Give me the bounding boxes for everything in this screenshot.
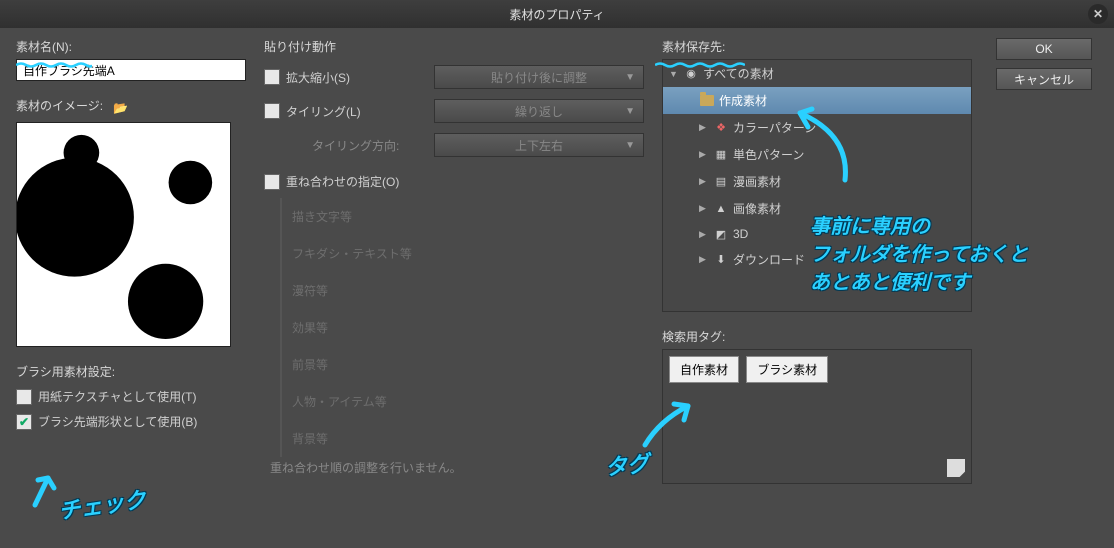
- tiling-direction-label: タイリング方向:: [264, 137, 424, 154]
- tree-item[interactable]: ▶⬇ダウンロード: [663, 246, 971, 273]
- chevron-down-icon: ▼: [625, 72, 635, 83]
- save-location-label: 素材保存先:: [662, 38, 972, 55]
- cube-icon: ◩: [713, 227, 729, 241]
- paper-texture-label: 用紙テクスチャとして使用(T): [38, 388, 196, 405]
- overlay-label: 重ね合わせの指定(O): [286, 173, 399, 190]
- tree-item[interactable]: ▶❖カラーパターン: [663, 114, 971, 141]
- brush-tip-checkbox[interactable]: [16, 414, 32, 430]
- tiling-dropdown[interactable]: 繰り返し▼: [434, 99, 644, 123]
- cancel-button[interactable]: キャンセル: [996, 68, 1092, 90]
- overlay-item: 効果等: [292, 309, 644, 346]
- paste-behavior-label: 貼り付け動作: [264, 38, 644, 55]
- material-preview: [16, 122, 231, 347]
- titlebar: 素材のプロパティ ✕: [0, 0, 1114, 28]
- pattern-icon: ▦: [713, 148, 729, 162]
- overlay-item: 背景等: [292, 420, 644, 457]
- material-image-label: 素材のイメージ:: [16, 97, 103, 114]
- expand-icon[interactable]: ▶: [699, 122, 709, 133]
- paper-texture-checkbox[interactable]: [16, 389, 32, 405]
- material-name-label: 素材名(N):: [16, 38, 246, 55]
- brush-settings-label: ブラシ用素材設定:: [16, 363, 246, 380]
- chevron-down-icon: ▼: [625, 140, 635, 151]
- overlay-list: 描き文字等 フキダシ・テキスト等 漫符等 効果等 前景等 人物・アイテム等 背景…: [280, 198, 644, 457]
- pattern-icon: ❖: [713, 121, 729, 135]
- expand-icon[interactable]: ▶: [699, 149, 709, 160]
- expand-icon[interactable]: ▶: [699, 229, 709, 240]
- overlay-item: 描き文字等: [292, 198, 644, 235]
- tiling-label: タイリング(L): [286, 103, 361, 120]
- overlay-item: 漫符等: [292, 272, 644, 309]
- overlay-item: フキダシ・テキスト等: [292, 235, 644, 272]
- scale-label: 拡大縮小(S): [286, 69, 350, 86]
- tree-item[interactable]: ▶◩3D: [663, 222, 971, 246]
- manga-icon: ▤: [713, 175, 729, 189]
- tag-item[interactable]: 自作素材: [669, 356, 739, 383]
- close-icon[interactable]: ✕: [1088, 4, 1108, 24]
- image-icon: ▲: [713, 202, 729, 216]
- overlay-item: 人物・アイテム等: [292, 383, 644, 420]
- globe-icon: ◉: [683, 67, 699, 81]
- expand-icon[interactable]: ▶: [699, 176, 709, 187]
- tiling-checkbox[interactable]: [264, 103, 280, 119]
- overlay-item: 前景等: [292, 346, 644, 383]
- folder-icon: [699, 94, 715, 108]
- tag-label: 検索用タグ:: [662, 328, 972, 345]
- brush-tip-label: ブラシ先端形状として使用(B): [38, 413, 197, 430]
- scale-checkbox[interactable]: [264, 69, 280, 85]
- tree-item[interactable]: ▶▦単色パターン: [663, 141, 971, 168]
- ok-button[interactable]: OK: [996, 38, 1092, 60]
- folder-tree[interactable]: ▼ ◉ すべての素材 作成素材 ▶❖カラーパターン ▶▦単色パターン ▶▤漫画素…: [662, 59, 972, 312]
- tiling-direction-dropdown[interactable]: 上下左右▼: [434, 133, 644, 157]
- tree-root[interactable]: ▼ ◉ すべての素材: [663, 60, 971, 87]
- chevron-down-icon: ▼: [625, 106, 635, 117]
- download-icon: ⬇: [713, 253, 729, 267]
- tag-box[interactable]: 自作素材 ブラシ素材: [662, 349, 972, 484]
- tree-item[interactable]: ▶▲画像素材: [663, 195, 971, 222]
- expand-icon[interactable]: ▼: [669, 69, 679, 79]
- tree-item-selected[interactable]: 作成素材: [663, 87, 971, 114]
- tree-item[interactable]: ▶▤漫画素材: [663, 168, 971, 195]
- tag-item[interactable]: ブラシ素材: [746, 356, 828, 383]
- add-tag-icon[interactable]: [947, 459, 965, 477]
- overlay-note: 重ね合わせ順の調整を行いません。: [264, 459, 644, 476]
- material-name-input[interactable]: [16, 59, 246, 81]
- expand-icon[interactable]: ▶: [699, 254, 709, 265]
- scale-dropdown[interactable]: 貼り付け後に調整▼: [434, 65, 644, 89]
- expand-icon[interactable]: ▶: [699, 203, 709, 214]
- window-title: 素材のプロパティ: [509, 6, 604, 23]
- open-folder-icon[interactable]: 📂: [113, 101, 128, 115]
- overlay-checkbox[interactable]: [264, 174, 280, 190]
